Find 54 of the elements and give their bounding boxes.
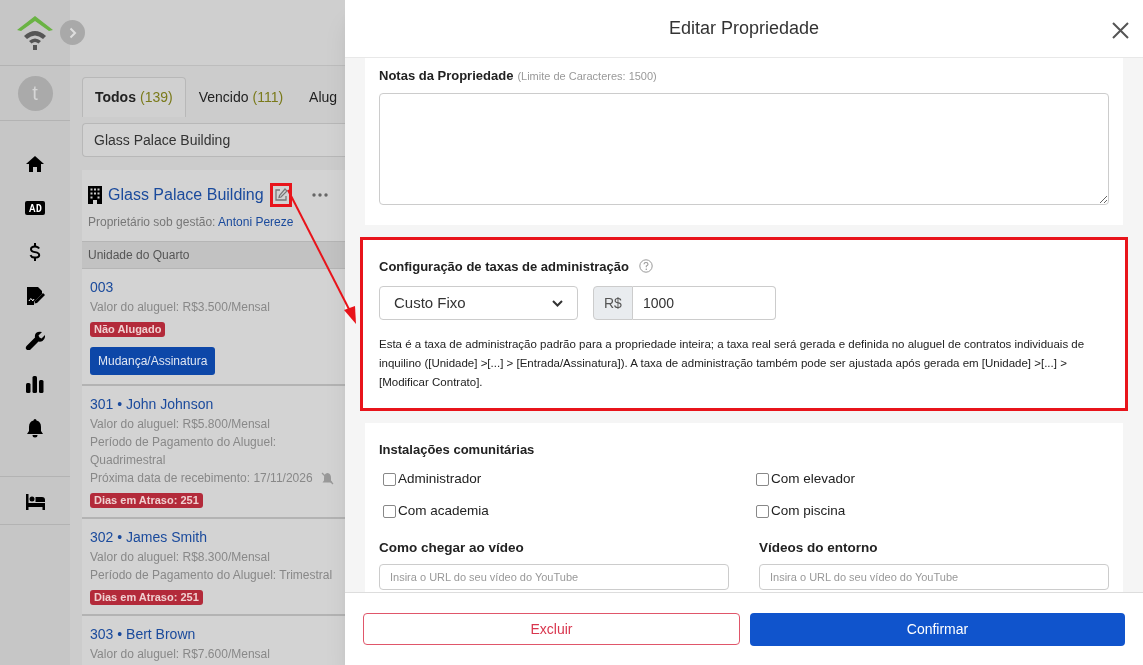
amenity-checkbox[interactable]: Com piscina xyxy=(756,495,1109,528)
unit-detail: Período de Pagamento do Aluguel: Trimestral xyxy=(90,567,334,584)
bar-chart-icon[interactable] xyxy=(25,374,45,394)
home-icon[interactable] xyxy=(25,154,45,174)
chevron-down-icon xyxy=(552,299,563,307)
tab[interactable]: Vencido (111) xyxy=(185,77,297,117)
unit-title-link[interactable]: 303 • Bert Brown xyxy=(90,624,196,645)
confirm-button[interactable]: Confirmar xyxy=(750,612,1125,646)
unit-detail: Próxima data de recebimento: 17/11/2026 xyxy=(90,470,313,487)
status-badge: Dias em Atraso: 251 xyxy=(90,493,203,508)
modal-title: Editar Propriedade xyxy=(668,17,820,40)
wrench-icon[interactable] xyxy=(25,330,45,350)
building-icon xyxy=(88,186,102,204)
delete-button[interactable]: Excluir xyxy=(363,613,740,645)
unit-detail: Valor do aluguel: R$5.800/Mensal xyxy=(90,416,271,433)
section-title: Instalações comunitárias xyxy=(379,441,536,459)
field-label: Notas da Propriedade xyxy=(379,67,514,85)
unit-title-link[interactable]: 302 • James Smith xyxy=(90,527,207,548)
amenity-checkbox[interactable]: Com elevador xyxy=(756,463,1109,496)
unit-title-link[interactable]: 003 xyxy=(90,277,114,298)
owner-link[interactable]: Antoni Pereze xyxy=(218,215,294,229)
column-header: Unidade do Quarto xyxy=(82,241,345,269)
video-url-field[interactable]: Insira o URL do seu vídeo do YouTube xyxy=(379,563,729,590)
amenity-checkbox[interactable]: Com academia xyxy=(383,495,736,528)
field-label: Vídeos do entorno xyxy=(759,538,879,557)
amenity-checkbox[interactable]: Administrador xyxy=(383,463,736,496)
building-name-link[interactable]: Glass Palace Building xyxy=(108,183,264,207)
unit-detail: Valor do aluguel: R$3.500/Mensal xyxy=(90,299,271,316)
signed-document-icon[interactable] xyxy=(25,286,45,306)
owner-label: Proprietário sob gestão: xyxy=(88,215,217,229)
bell-icon[interactable] xyxy=(25,418,45,438)
fee-description: Esta é a taxa de administração padrão para a propriedade inteira; a taxa real será gerada e definida no aluguel de contratos individuais de inquilino ([Unidade] >[...] > [Entrada/Assinatura]). A taxa de administração também pode ser ajustada após gerada em [Unidade] >[...] > [Modificar Contrato]. xyxy=(379,337,1086,390)
more-icon[interactable] xyxy=(311,193,328,197)
move-in-button[interactable]: Mudança/Assinatura xyxy=(90,347,216,375)
status-badge: Dias em Atraso: 251 xyxy=(90,590,203,605)
status-badge: Não Alugado xyxy=(90,322,166,337)
close-icon[interactable] xyxy=(1112,22,1129,39)
chevron-right-icon xyxy=(68,26,77,39)
field-label: Como chegar ao vídeo xyxy=(379,538,525,557)
unit-detail: Valor do aluguel: R$7.600/Mensal xyxy=(90,646,271,663)
fee-type-select[interactable]: Custo Fixo xyxy=(379,286,578,320)
field-label: Configuração de taxas de administração xyxy=(379,257,629,276)
unit-title-link[interactable]: 301 • John Johnson xyxy=(90,394,214,415)
tab[interactable]: Alug xyxy=(296,77,338,117)
tab[interactable]: Todos (139) xyxy=(82,77,186,117)
currency-prefix: R$ xyxy=(593,286,633,320)
field-hint: (Limite de Caracteres: 1500) xyxy=(517,69,657,84)
unit-detail: Valor do aluguel: R$8.300/Mensal xyxy=(90,549,271,566)
video-url-field[interactable]: Insira o URL do seu vídeo do YouTube xyxy=(759,563,1109,590)
unit-detail: Período de Pagamento do Aluguel: Quadrimestral xyxy=(90,434,278,469)
ad-icon[interactable] xyxy=(25,198,45,218)
fee-amount-field[interactable]: 1000 xyxy=(632,286,776,320)
edit-icon[interactable] xyxy=(273,188,288,202)
search-field[interactable]: Glass Palace Building xyxy=(82,123,345,157)
